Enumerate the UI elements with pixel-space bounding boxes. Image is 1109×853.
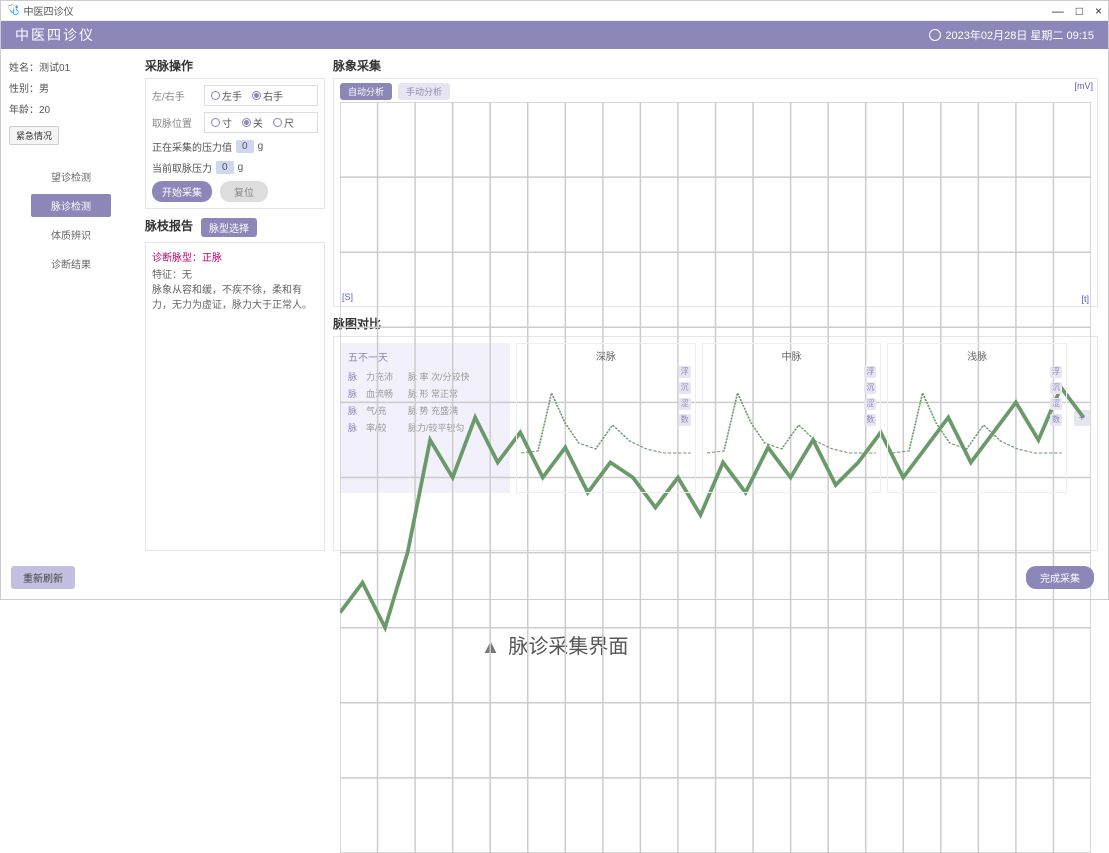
cur-unit: g [258,141,264,152]
x-axis-end: [t] [1081,294,1089,304]
start-collect-button[interactable]: 开始采集 [152,181,212,202]
patient-name: 姓名：测试01 [9,59,133,74]
cur-pressure-value: 0 [236,140,254,153]
hand-radio-group: 左手 右手 [204,85,318,106]
bottom-bar: 重新刷新 完成采集 [1,559,1108,599]
badge[interactable]: 数 [864,414,876,426]
refresh-button[interactable]: 重新刷新 [11,566,75,589]
header-bar: 中医四诊仪 2023年02月28日 星期二 09:15 [1,21,1108,49]
best-pressure-value: 0 [216,161,234,174]
tab-auto-analysis[interactable]: 自动分析 [340,83,392,100]
report-feature-value: 无 [182,270,192,281]
nav-wang[interactable]: 望诊检测 [31,165,111,188]
titlebar: 🩺 中医四诊仪 — □ × [1,1,1108,21]
badge[interactable]: 沉 [864,382,876,394]
app-icon: 🩺 [7,5,19,16]
operate-section: 采脉操作 左/右手 左手 右手 取脉位置 寸 [145,57,325,209]
report-box: 诊断脉型：正脉 特征：无 脉象从容和缓，不疾不徐，柔和有力，无力为虚证，脉力大于… [145,242,325,551]
mini-title-shallow: 浅脉 [892,348,1062,363]
header-datetime: 2023年02月28日 星期二 09:15 [929,27,1094,43]
x-axis-start: [S] [342,292,353,302]
y-axis-unit: [mV] [1074,81,1093,91]
best-pressure-label: 当前取脉压力 [152,160,212,175]
mini-title-deep: 深脉 [521,348,691,363]
hand-left-option[interactable]: 左手 [211,88,242,103]
operate-box: 左/右手 左手 右手 取脉位置 寸 关 尺 [145,78,325,209]
nav-tizhi[interactable]: 体质辨识 [31,223,111,246]
maximize-button[interactable]: □ [1076,4,1083,18]
badge[interactable]: 数 [679,414,691,426]
mini-title-mid: 中脉 [707,348,877,363]
nav: 望诊检测 脉诊检测 体质辨识 诊断结果 [9,165,133,275]
close-button[interactable]: × [1095,4,1102,18]
app-window: 🩺 中医四诊仪 — □ × 中医四诊仪 2023年02月28日 星期二 09:1… [0,0,1109,600]
pulse-type-select-button[interactable]: 脉型选择 [201,218,257,237]
titlebar-title: 🩺 中医四诊仪 [7,3,73,18]
report-desc: 脉象从容和缓，不疾不徐，柔和有力，无力为虚证，脉力大于正常人。 [152,283,318,313]
pos-cun-option[interactable]: 寸 [211,115,232,130]
badge[interactable]: 涩 [679,398,691,410]
clock-icon [929,29,941,41]
report-title: 脉枝报告 [145,217,193,234]
nav-mai[interactable]: 脉诊检测 [31,194,111,217]
nav-result[interactable]: 诊断结果 [31,252,111,275]
badge[interactable]: 沉 [679,382,691,394]
pos-label: 取脉位置 [152,115,200,130]
best-unit: g [238,162,244,173]
report-result-value: 正脉 [202,253,222,264]
reset-button[interactable]: 复位 [220,181,268,202]
chart-section: 脉象采集 自动分析 手动分析 [mV] [333,57,1098,307]
emergency-button[interactable]: 紧急情况 [9,126,59,145]
badge[interactable]: 浮 [1050,366,1062,378]
operate-title: 采脉操作 [145,57,325,74]
complete-button[interactable]: 完成采集 [1026,566,1094,589]
cur-pressure-label: 正在采集的压力值 [152,139,232,154]
sidebar: 姓名：测试01 性别：男 年龄：20 紧急情况 望诊检测 脉诊检测 体质辨识 诊… [1,49,141,559]
mini-chart-shallow[interactable]: 浅脉 浮沉涩数 [887,343,1067,493]
mini-chart-mid[interactable]: 中脉 浮沉涩数 [702,343,882,493]
header-title: 中医四诊仪 [15,25,95,45]
badge[interactable]: 涩 [1050,398,1062,410]
mini-chart-deep[interactable]: 深脉 浮沉涩数 [516,343,696,493]
pos-chi-option[interactable]: 尺 [273,115,294,130]
badge[interactable]: 浮 [864,366,876,378]
hand-label: 左/右手 [152,88,200,103]
badge[interactable]: 浮 [679,366,691,378]
chart-title: 脉象采集 [333,57,1098,74]
patient-sex: 性别：男 [9,80,133,95]
patient-age: 年龄：20 [9,101,133,116]
report-feature-label: 特征： [152,270,182,281]
pos-radio-group: 寸 关 尺 [204,112,318,133]
tab-manual-analysis[interactable]: 手动分析 [398,83,450,100]
badge[interactable]: 数 [1050,414,1062,426]
chart-canvas[interactable]: [S] [t] [340,102,1091,302]
minimize-button[interactable]: — [1052,4,1064,18]
content-area: 姓名：测试01 性别：男 年龄：20 紧急情况 望诊检测 脉诊检测 体质辨识 诊… [1,49,1108,559]
chart-box: 自动分析 手动分析 [mV] [333,78,1098,307]
window-title-text: 中医四诊仪 [23,3,73,18]
main-panel: 采脉操作 左/右手 左手 右手 取脉位置 寸 [141,49,1108,559]
badge[interactable]: 沉 [1050,382,1062,394]
report-result-label: 诊断脉型： [152,253,202,264]
header-datetime-text: 2023年02月28日 星期二 09:15 [945,27,1094,43]
badge[interactable]: 涩 [864,398,876,410]
pos-guan-option[interactable]: 关 [242,115,263,130]
hand-right-option[interactable]: 右手 [252,88,283,103]
